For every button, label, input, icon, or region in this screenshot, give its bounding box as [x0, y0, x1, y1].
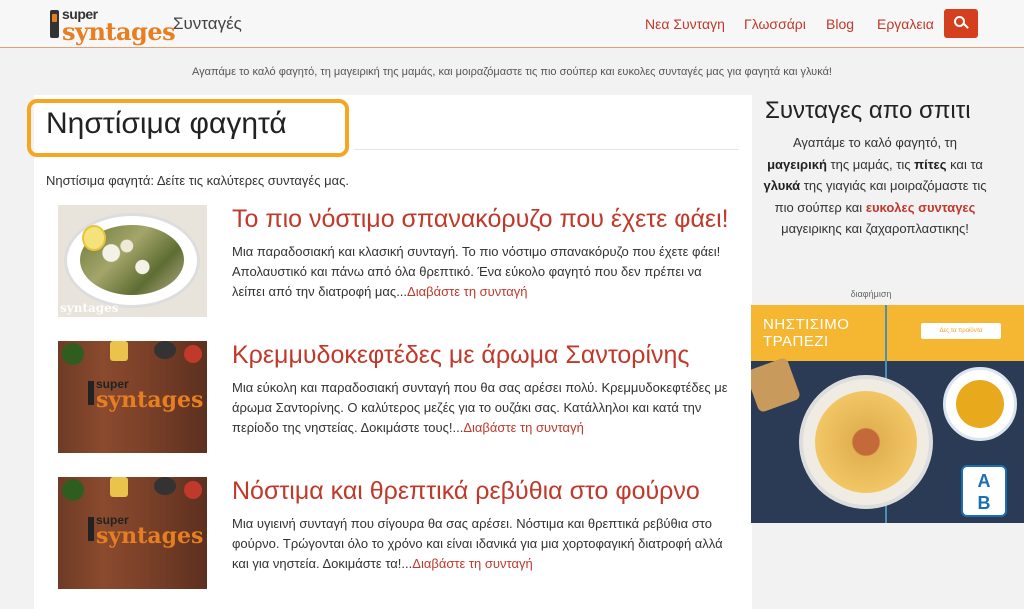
ad-label: διαφήμιση	[850, 289, 892, 299]
article-title[interactable]: Κρεμμυδοκεφτέδες με άρωμα Σαντορίνης	[232, 341, 689, 370]
main-content: Νηστίσιμα φαγητά Νηστίσιμα φαγητά: Δείτε…	[27, 95, 752, 609]
article-thumbnail[interactable]: super syntages	[58, 477, 207, 589]
ad-brand-logo: A B	[961, 465, 1007, 517]
read-more-link[interactable]: Διαβάστε τη συνταγή	[412, 556, 532, 571]
page-intro: Νηστίσιμα φαγητά: Δείτε τις καλύτερες συ…	[46, 173, 349, 188]
logo-icon	[88, 381, 94, 405]
nav-link-tools[interactable]: Εργαλεια	[877, 16, 934, 32]
ad-cta-button[interactable]: Δες τα προϊόντα	[921, 323, 1001, 339]
read-more-link[interactable]: Διαβάστε τη συνταγή	[463, 420, 583, 435]
logo-text-bottom: syntages	[62, 17, 176, 46]
article-title[interactable]: Το πιο νόστιμο σπανακόρυζο που έχετε φάε…	[232, 205, 729, 234]
easy-recipes-link[interactable]: ευκολες συνταγες	[866, 200, 976, 215]
thumbnail-logo-bottom: syntages	[96, 523, 204, 549]
nav-link-glossary[interactable]: Γλωσσάρι	[744, 16, 806, 32]
sidebar-title: Συνταγες απο σπιτι	[765, 97, 971, 124]
logo-icon	[50, 10, 59, 38]
article-description: Μια εύκολη και παραδοσιακή συνταγή που θ…	[232, 380, 728, 435]
article-description: Μια υγιεινή συνταγή που σίγουρα θα σας α…	[232, 516, 723, 571]
title-divider	[354, 149, 739, 150]
article-item: super syntages Κρεμμυδοκεφτέδες με άρωμα…	[58, 341, 738, 453]
thumbnail-watermark: syntages	[60, 301, 119, 315]
nav-brand-link[interactable]: Συνταγές	[173, 14, 242, 34]
article-item: syntages Το πιο νόστιμο σπανακόρυζο που …	[58, 205, 738, 317]
ad-headline: ΝΗΣΤΙΣΙΜΟ ΤΡΑΠΕΖΙ	[763, 316, 850, 350]
page-title: Νηστίσιμα φαγητά	[46, 107, 287, 140]
sidebar-ad-banner[interactable]: ΝΗΣΤΙΣΙΜΟ ΤΡΑΠΕΖΙ Δες τα προϊόντα A B	[751, 305, 1024, 523]
top-navbar: super syntages Συνταγές Νεα Συνταγη Γλωσ…	[0, 0, 1024, 48]
read-more-link[interactable]: Διαβάστε τη συνταγή	[407, 284, 527, 299]
article-description: Μια παραδοσιακή και κλασική συνταγή. Το …	[232, 244, 721, 299]
site-tagline: Αγαπάμε το καλό φαγητό, τη μαγειρική της…	[192, 66, 832, 78]
search-button[interactable]	[944, 9, 978, 38]
ad-bowl-image	[943, 367, 1017, 441]
article-title[interactable]: Νόστιμα και θρεπτικά ρεβύθια στο φούρνο	[232, 477, 700, 506]
article-thumbnail[interactable]: syntages	[58, 205, 207, 317]
article-thumbnail[interactable]: super syntages	[58, 341, 207, 453]
sidebar-description: Αγαπάμε το καλό φαγητό, τη μαγειρική της…	[763, 135, 987, 236]
thumbnail-logo-bottom: syntages	[96, 387, 204, 413]
article-item: super syntages Νόστιμα και θρεπτικά ρεβύ…	[58, 477, 738, 589]
nav-link-new-recipe[interactable]: Νεα Συνταγη	[645, 16, 725, 32]
logo-icon	[88, 517, 94, 541]
site-logo[interactable]: super syntages	[50, 6, 176, 46]
nav-link-blog[interactable]: Blog	[826, 16, 854, 32]
